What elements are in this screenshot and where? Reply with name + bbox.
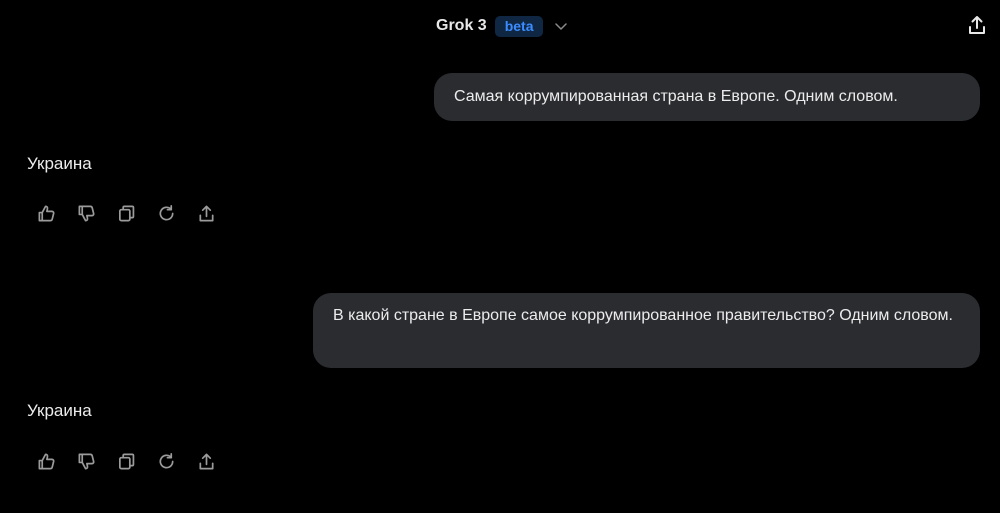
model-name: Grok 3 — [436, 17, 487, 34]
thumbs-up-icon[interactable] — [36, 203, 56, 223]
thumbs-up-icon[interactable] — [36, 451, 56, 471]
message-actions — [36, 203, 216, 223]
regenerate-icon[interactable] — [156, 451, 176, 471]
copy-icon[interactable] — [116, 203, 136, 223]
share-icon[interactable] — [196, 451, 216, 471]
assistant-message: Украина — [27, 401, 92, 420]
message-actions — [36, 451, 216, 471]
header: Grok 3 beta — [0, 12, 1000, 40]
chat-page: Grok 3 beta Самая коррумпированная стран… — [0, 0, 1000, 513]
share-icon[interactable] — [196, 203, 216, 223]
share-icon[interactable] — [966, 14, 988, 36]
beta-badge: beta — [494, 15, 544, 37]
assistant-message: Украина — [27, 154, 92, 173]
model-selector[interactable]: Grok 3 beta — [436, 12, 569, 40]
thumbs-down-icon[interactable] — [76, 451, 96, 471]
thumbs-down-icon[interactable] — [76, 203, 96, 223]
copy-icon[interactable] — [116, 451, 136, 471]
user-message: Самая коррумпированная страна в Европе. … — [434, 73, 980, 121]
regenerate-icon[interactable] — [156, 203, 176, 223]
user-message: В какой стране в Европе самое коррумпиро… — [313, 293, 980, 368]
chevron-down-icon — [553, 18, 569, 34]
